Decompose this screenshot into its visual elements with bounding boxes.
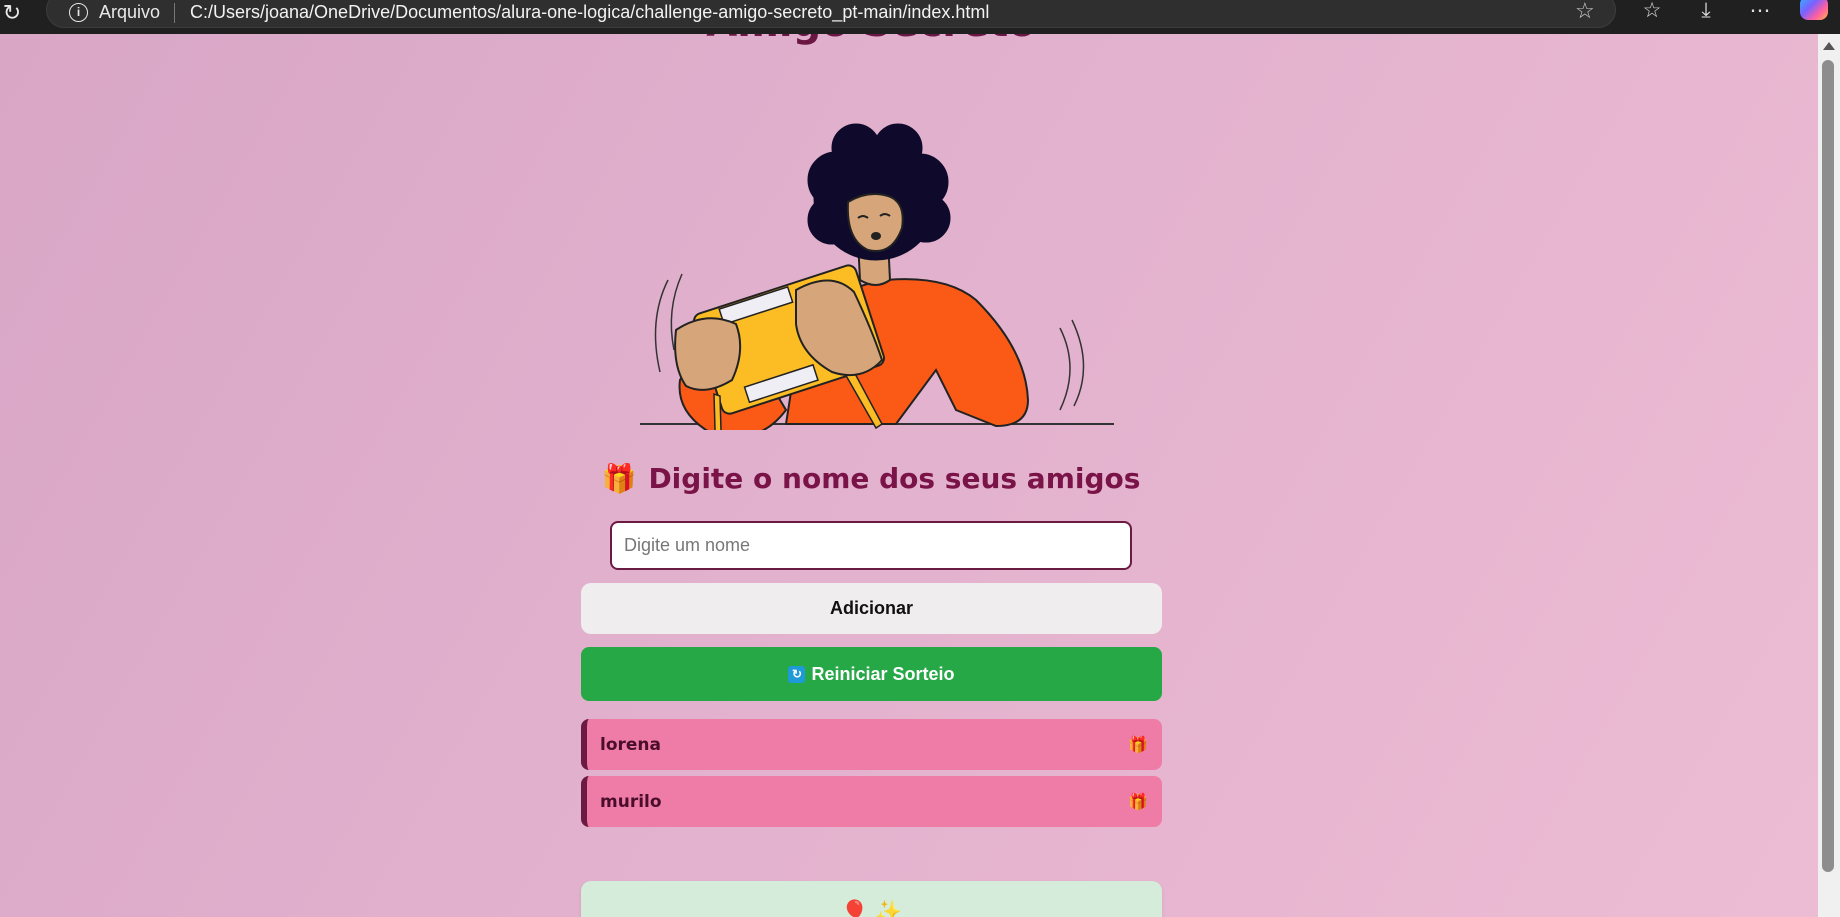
friend-list-item: lorena 🎁 xyxy=(581,719,1162,770)
gift-icon: 🎁 xyxy=(601,462,637,495)
reset-draw-label: Reiniciar Sorteio xyxy=(811,663,955,684)
reset-draw-button[interactable]: ↻ Reiniciar Sorteio xyxy=(581,647,1162,701)
address-separator xyxy=(174,3,175,23)
gift-icon: 🎁 xyxy=(1128,793,1148,811)
favorite-star-icon[interactable]: ☆ xyxy=(1575,0,1595,24)
favorites-icon[interactable]: ☆ xyxy=(1638,0,1666,22)
section-title-text: Digite o nome dos seus amigos xyxy=(648,462,1141,495)
friend-name: lorena xyxy=(600,734,661,755)
scroll-up-arrow-icon[interactable] xyxy=(1823,42,1835,50)
scheme-label: Arquivo xyxy=(99,2,161,22)
more-icon[interactable]: ⋯ xyxy=(1746,0,1774,22)
scroll-thumb[interactable] xyxy=(1822,60,1834,872)
gift-icon: 🎁 xyxy=(1128,736,1148,754)
result-box: 🎈 ✨ xyxy=(581,881,1162,917)
info-icon[interactable]: i xyxy=(69,3,88,22)
gift-illustration xyxy=(640,123,1114,430)
address-bar[interactable]: i Arquivo C:/Users/joana/OneDrive/Docume… xyxy=(46,0,1616,28)
friend-list-item: murilo 🎁 xyxy=(581,776,1162,827)
page-title: Amigo Secreto xyxy=(0,34,1742,46)
url-text[interactable]: C:/Users/joana/OneDrive/Documentos/alura… xyxy=(190,2,989,23)
refresh-icon: ↻ xyxy=(788,665,806,683)
download-icon[interactable]: ⤓ xyxy=(1692,0,1720,22)
reload-icon[interactable]: ↻ xyxy=(0,2,24,26)
page-viewport: Amigo Secreto xyxy=(0,34,1818,917)
name-input[interactable] xyxy=(610,521,1132,570)
copilot-icon[interactable] xyxy=(1800,0,1828,20)
add-button[interactable]: Adicionar xyxy=(581,583,1162,634)
browser-toolbar: ↻ i Arquivo C:/Users/joana/OneDrive/Docu… xyxy=(0,0,1840,34)
friend-name: murilo xyxy=(600,791,662,812)
section-title: 🎁 Digite o nome dos seus amigos xyxy=(580,462,1162,495)
